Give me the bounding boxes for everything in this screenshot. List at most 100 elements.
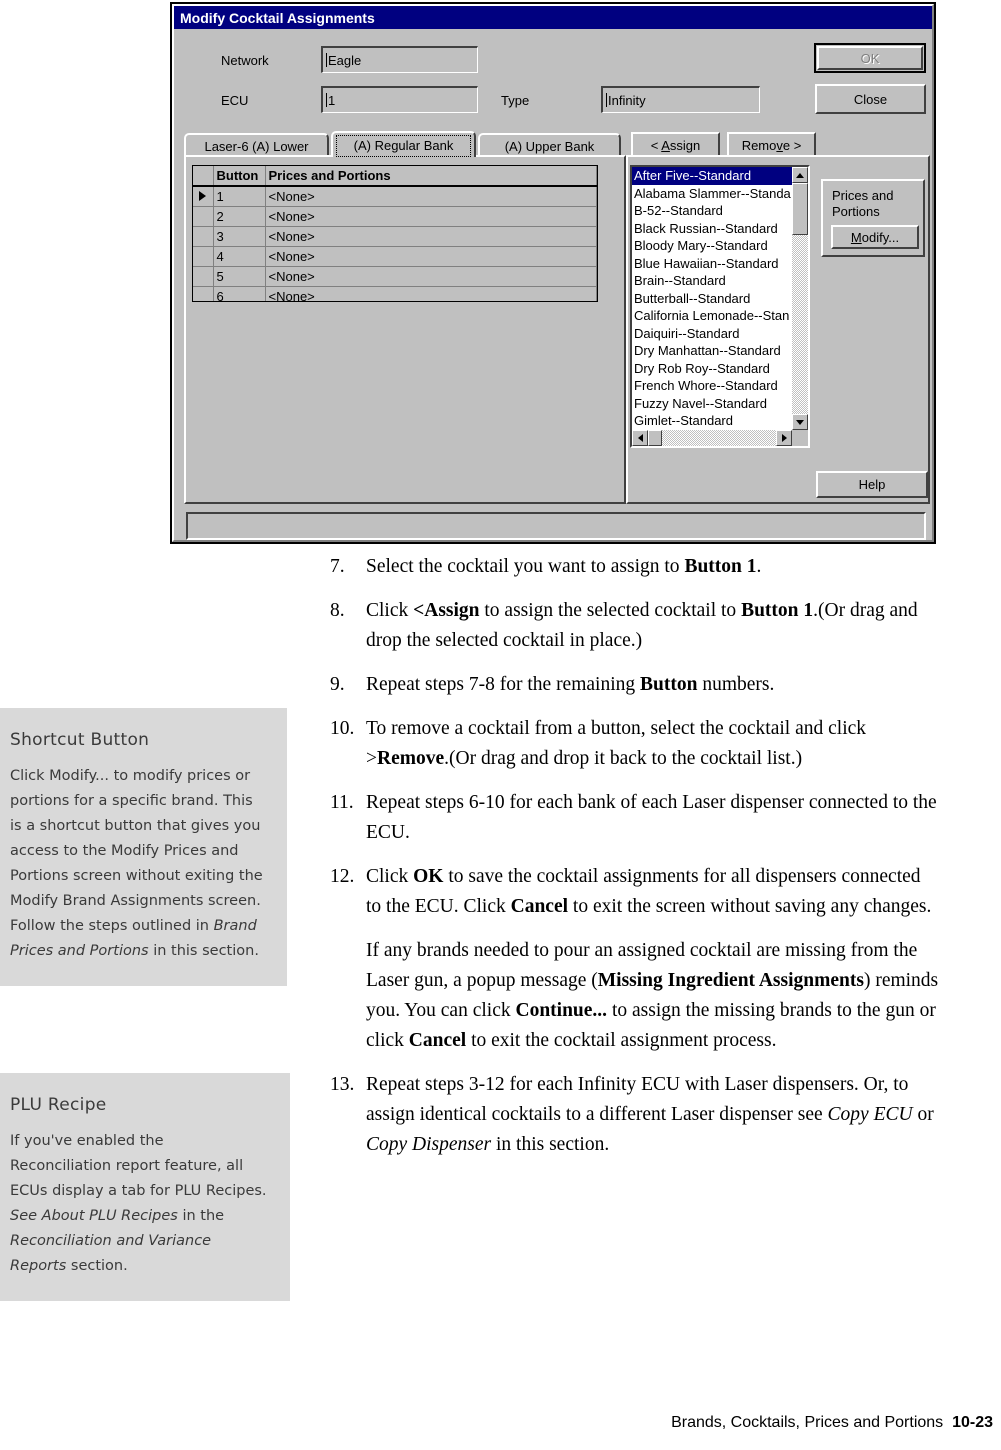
step-text: Click OK to save the cocktail assignment… (366, 862, 940, 1056)
cell-prices-portions[interactable]: <None> (265, 286, 597, 301)
cell-button-number[interactable]: 2 (213, 206, 266, 227)
cell-button-number[interactable]: 1 (213, 186, 266, 207)
scroll-right-button[interactable] (776, 430, 792, 446)
cocktail-list-hscrollbar[interactable] (632, 430, 792, 446)
cell-prices-portions[interactable]: <None> (265, 206, 597, 227)
text-caret (326, 53, 327, 67)
network-value: Eagle (328, 52, 362, 68)
step-number: 10. (330, 718, 355, 739)
row-selector-cell[interactable] (193, 286, 214, 301)
step-item: 8. Click <Assign to assign the selected c… (330, 596, 940, 656)
right-panel: After Five--Standard Alabama Slammer--Sta… (626, 155, 930, 504)
table-row[interactable]: 4 <None> (193, 246, 597, 267)
ecu-label: ECU (221, 93, 249, 108)
footer-section: Brands, Cocktails, Prices and Portions (671, 1414, 944, 1431)
step-number: 9. (330, 674, 345, 695)
step-number: 11. (330, 792, 354, 813)
scroll-left-button[interactable] (632, 430, 648, 446)
tab-label: Laser-6 (A) Lower (204, 138, 309, 154)
ok-button[interactable]: OK (814, 43, 926, 73)
list-item[interactable]: California Lemonade--Stan (632, 307, 792, 325)
ok-button-label: OK (860, 50, 880, 66)
step-text: Select the cocktail you want to assign t… (366, 556, 762, 577)
sidebar-note-title: Shortcut Button (10, 730, 150, 750)
grid-header-prices-portions: Prices and Portions (265, 166, 597, 187)
row-selector-cell[interactable] (193, 186, 214, 207)
step-item: 11. Repeat steps 6-10 for each bank of ea… (330, 788, 940, 848)
assign-button-label: < Assign (650, 138, 701, 153)
current-row-arrow-icon (199, 190, 207, 201)
tab-a-regular-bank[interactable]: (A) Regular Bank (331, 131, 476, 157)
table-row[interactable]: 3 <None> (193, 226, 597, 247)
cell-prices-portions[interactable]: <None> (265, 226, 597, 247)
step-item: 13. Repeat steps 3-12 for each Infinity E… (330, 1070, 940, 1160)
dialog-title-bar: Modify Cocktail Assignments (174, 6, 932, 29)
cell-button-number[interactable]: 4 (213, 246, 266, 267)
row-selector-cell[interactable] (193, 246, 214, 267)
list-item[interactable]: Brain--Standard (632, 272, 792, 290)
step-text: Click <Assign to assign the selected coc… (366, 600, 918, 651)
list-item[interactable]: Gimlet--Standard (632, 412, 792, 430)
sidebar-note-body: If you've enabled the Reconciliation rep… (10, 1133, 267, 1274)
step-text: Repeat steps 6-10 for each bank of each … (366, 792, 937, 843)
list-item[interactable]: Alabama Slammer--Standa (632, 185, 792, 203)
footer-page-number: 10-23 (952, 1414, 993, 1431)
list-item[interactable]: Dry Manhattan--Standard (632, 342, 792, 360)
modify-button[interactable]: Modify... (831, 225, 919, 249)
list-item[interactable]: Bloody Mary--Standard (632, 237, 792, 255)
dialog-frame: Modify Cocktail Assignments Network Eagl… (172, 4, 934, 542)
modify-button-label: Modify... (850, 229, 900, 245)
cell-button-number[interactable]: 6 (213, 286, 266, 301)
close-button-label: Close (853, 91, 888, 107)
table-row[interactable]: 5 <None> (193, 266, 597, 287)
cocktail-listbox[interactable]: After Five--Standard Alabama Slammer--Sta… (630, 165, 810, 448)
list-item[interactable]: Daiquiri--Standard (632, 325, 792, 343)
step-text: Repeat steps 3-12 for each Infinity ECU … (366, 1074, 934, 1155)
list-item[interactable]: French Whore--Standard (632, 377, 792, 395)
cell-prices-portions[interactable]: <None> (265, 186, 597, 207)
sidebar-note-shortcut-button: Shortcut Button Click Modify... to modif… (0, 708, 287, 986)
hscroll-track[interactable] (648, 430, 776, 446)
type-input[interactable]: Infinity (601, 86, 760, 113)
list-item[interactable]: Butterball--Standard (632, 290, 792, 308)
row-selector-cell[interactable] (193, 266, 214, 287)
prices-portions-caption: Prices and Portions (832, 188, 894, 219)
cell-prices-portions[interactable]: <None> (265, 246, 597, 267)
list-item[interactable]: B-52--Standard (632, 202, 792, 220)
list-item[interactable]: Dry Rob Roy--Standard (632, 360, 792, 378)
table-row[interactable]: 2 <None> (193, 206, 597, 227)
close-button[interactable]: Close (815, 84, 926, 114)
cell-button-number[interactable]: 3 (213, 226, 266, 247)
type-value: Infinity (608, 92, 646, 108)
cocktail-list-items[interactable]: After Five--Standard Alabama Slammer--Sta… (632, 167, 792, 430)
button-assignments-grid[interactable]: Button Prices and Portions 1 <None> 2 <None… (192, 165, 598, 302)
help-button[interactable]: Help (816, 471, 928, 498)
ecu-input[interactable]: 1 (321, 86, 478, 113)
row-selector-cell[interactable] (193, 206, 214, 227)
scroll-down-button[interactable] (792, 414, 808, 430)
list-item[interactable]: Blue Hawaiian--Standard (632, 255, 792, 273)
table-row[interactable]: 1 <None> (193, 186, 597, 207)
hscroll-thumb[interactable] (648, 430, 662, 446)
row-selector-cell[interactable] (193, 226, 214, 247)
list-item[interactable]: Fuzzy Navel--Standard (632, 395, 792, 413)
text-caret (326, 93, 327, 107)
cell-prices-portions[interactable]: <None> (265, 266, 597, 287)
list-item[interactable]: Black Russian--Standard (632, 220, 792, 238)
vscroll-thumb[interactable] (792, 183, 808, 235)
arrow-right-icon (781, 434, 787, 442)
type-label: Type (501, 93, 530, 108)
tab-laser-6-a-lower[interactable]: Laser-6 (A) Lower (184, 133, 329, 157)
network-input[interactable]: Eagle (321, 46, 478, 73)
cocktail-list-vscrollbar[interactable] (792, 167, 808, 430)
grid-header-button: Button (213, 166, 266, 187)
step-extra-text: If any brands needed to pour an assigned… (366, 940, 939, 1051)
step-number: 8. (330, 600, 345, 621)
scroll-up-button[interactable] (792, 167, 808, 183)
list-item[interactable]: After Five--Standard (632, 167, 792, 185)
tab-a-upper-bank[interactable]: (A) Upper Bank (478, 133, 621, 157)
step-item: 12. Click OK to save the cocktail assignm… (330, 862, 940, 1056)
dialog-content: Network Eagle ECU 1 Type Infinity OK Clo… (174, 29, 932, 540)
table-row[interactable]: 6 <None> (193, 286, 597, 301)
cell-button-number[interactable]: 5 (213, 266, 266, 287)
